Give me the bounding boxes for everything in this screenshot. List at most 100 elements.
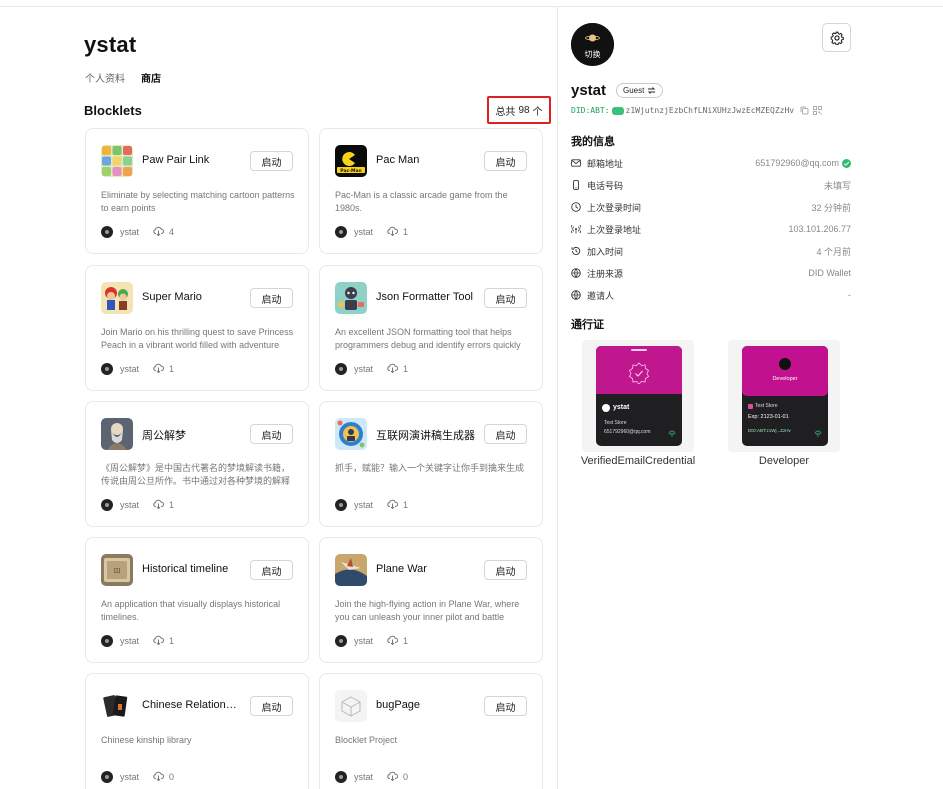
profile-tabs: 个人资料 商店	[85, 70, 161, 89]
tab-profile[interactable]: 个人资料	[85, 70, 125, 89]
passport-header: Developer	[742, 346, 828, 396]
qrcode-icon[interactable]	[813, 106, 823, 115]
launch-button[interactable]: 启动	[250, 560, 293, 580]
holder-avatar	[602, 404, 610, 412]
blocklet-description: Join Mario on his thrilling quest to sav…	[101, 327, 294, 350]
plane-war-icon	[335, 554, 367, 586]
info-row-last-login-time: 上次登录时间 32 分钟前	[571, 199, 851, 215]
download-icon	[153, 226, 165, 238]
swap-icon	[648, 87, 656, 94]
owner-name: ystat	[120, 227, 140, 237]
owner-name: ystat	[354, 500, 374, 510]
blocklet-meta: ystat 1	[335, 635, 408, 647]
blocklet-card[interactable]: 互联网演讲稿生成器 启动 抓手，赋能？输入一个关键字让你手到擒来生成 ystat…	[319, 401, 543, 527]
clock-icon	[571, 202, 581, 212]
guest-role-badge[interactable]: Guest	[616, 83, 664, 98]
passports-heading: 通行证	[571, 319, 604, 331]
badge-check-icon	[628, 362, 650, 384]
copy-icon[interactable]	[800, 106, 809, 115]
owner-name: ystat	[120, 772, 140, 782]
launch-button[interactable]: 启动	[484, 288, 527, 308]
install-count: 1	[169, 500, 175, 510]
owner-name: ystat	[354, 227, 374, 237]
blocklet-description: Eliminate by selecting matching cartoon …	[101, 190, 295, 213]
passport-role: Developer	[772, 376, 798, 382]
passport-exp: Exp: 2123-01-01	[748, 414, 789, 420]
owner-avatar	[335, 363, 347, 375]
info-row-register-source: 注册来源 DID Wallet	[571, 265, 851, 281]
total-count-badge: 总共 98 个	[487, 96, 551, 124]
globe-user-icon	[571, 290, 581, 300]
info-row-last-login-address: 上次登录地址 103.101.206.77	[571, 221, 851, 237]
profile-avatar[interactable]: 切换	[571, 23, 614, 66]
blocklet-description: Chinese kinship library	[101, 735, 192, 745]
owner-avatar	[101, 226, 113, 238]
passport-store: Test Store	[604, 420, 627, 426]
launch-button[interactable]: 启动	[250, 696, 293, 716]
passport-card-developer[interactable]: Developer Test Store Exp: 2123-01-01 DID…	[728, 340, 840, 452]
signal-icon	[571, 224, 581, 234]
owner-name: ystat	[354, 772, 374, 782]
blocklet-card[interactable]: Paw Pair Link 启动 Eliminate by selecting …	[85, 128, 309, 254]
blocklet-card[interactable]: 周公解梦 启动 《周公解梦》是中国古代著名的梦境解读书籍，传说由周公旦所作。书中…	[85, 401, 309, 527]
launch-button[interactable]: 启动	[250, 424, 293, 444]
tab-store[interactable]: 商店	[141, 70, 161, 89]
download-icon	[153, 363, 165, 375]
owner-avatar	[101, 363, 113, 375]
blocklet-description: Blocklet Project	[335, 735, 398, 745]
blocklet-card[interactable]: Super Mario 启动 Join Mario on his thrilli…	[85, 265, 309, 391]
phone-icon	[573, 180, 579, 190]
mail-icon	[571, 159, 581, 167]
blocklet-meta: ystat 1	[101, 635, 174, 647]
blocklet-meta: ystat 0	[101, 771, 174, 783]
info-label: 电话号码	[587, 180, 624, 191]
download-icon	[387, 771, 399, 783]
info-label: 邮箱地址	[587, 158, 624, 169]
historical-timeline-icon: Ш	[101, 554, 133, 586]
launch-button[interactable]: 启动	[484, 151, 527, 171]
install-count: 1	[169, 364, 175, 374]
blocklet-meta: ystat 1	[335, 363, 408, 375]
top-border	[0, 6, 943, 7]
blocklet-card[interactable]: Pac-Man Pac Man 启动 Pac-Man is a classic …	[319, 128, 543, 254]
blocklets-heading: Blocklets	[84, 103, 142, 118]
zhougong-icon	[101, 418, 133, 450]
blocklet-description: An application that visually displays hi…	[101, 599, 281, 622]
blocklet-card[interactable]: Ш Historical timeline 启动 An application …	[85, 537, 309, 663]
verified-check-icon	[842, 158, 851, 168]
install-count: 1	[403, 227, 409, 237]
blocklet-card[interactable]: Chinese Relationship 启动 Chinese kinship …	[85, 673, 309, 789]
install-count: 1	[169, 636, 175, 646]
total-count: 98	[518, 104, 530, 116]
blocklet-meta: ystat 1	[335, 226, 408, 238]
blocklet-name: 周公解梦	[142, 430, 186, 442]
blocklet-meta: ystat 0	[335, 771, 408, 783]
blocklet-card[interactable]: Plane War 启动 Join the high-flying action…	[319, 537, 543, 663]
info-value: 32 分钟前	[811, 202, 851, 213]
launch-button[interactable]: 启动	[250, 288, 293, 308]
install-count: 1	[403, 636, 409, 646]
owner-avatar	[335, 226, 347, 238]
info-value: 未填写	[823, 180, 851, 191]
info-label: 加入时间	[587, 246, 624, 257]
store-icon	[748, 404, 753, 409]
bugpage-icon	[335, 690, 367, 722]
blocklet-meta: ystat 4	[101, 226, 174, 238]
chinese-relationship-icon	[101, 690, 133, 722]
settings-button[interactable]	[822, 23, 851, 52]
passport-card-verified-email[interactable]: ystat Test Store 651792960@qq.com	[582, 340, 694, 452]
blocklet-description: 《周公解梦》是中国古代著名的梦境解读书籍，传说由周公旦所作。书中通过对各种梦境的…	[101, 463, 291, 486]
blocklet-card[interactable]: bugPage 启动 Blocklet Project ystat 0	[319, 673, 543, 789]
launch-button[interactable]: 启动	[484, 560, 527, 580]
owner-avatar	[335, 635, 347, 647]
blocklet-card[interactable]: Json Formatter Tool 启动 An excellent JSON…	[319, 265, 543, 391]
json-formatter-icon	[335, 282, 367, 314]
launch-button[interactable]: 启动	[484, 424, 527, 444]
launch-button[interactable]: 启动	[484, 696, 527, 716]
passport-email: 651792960@qq.com	[604, 429, 651, 435]
owner-name: ystat	[120, 364, 140, 374]
info-label: 上次登录地址	[587, 224, 642, 235]
owner-avatar	[335, 499, 347, 511]
launch-button[interactable]: 启动	[250, 151, 293, 171]
download-icon	[387, 499, 399, 511]
